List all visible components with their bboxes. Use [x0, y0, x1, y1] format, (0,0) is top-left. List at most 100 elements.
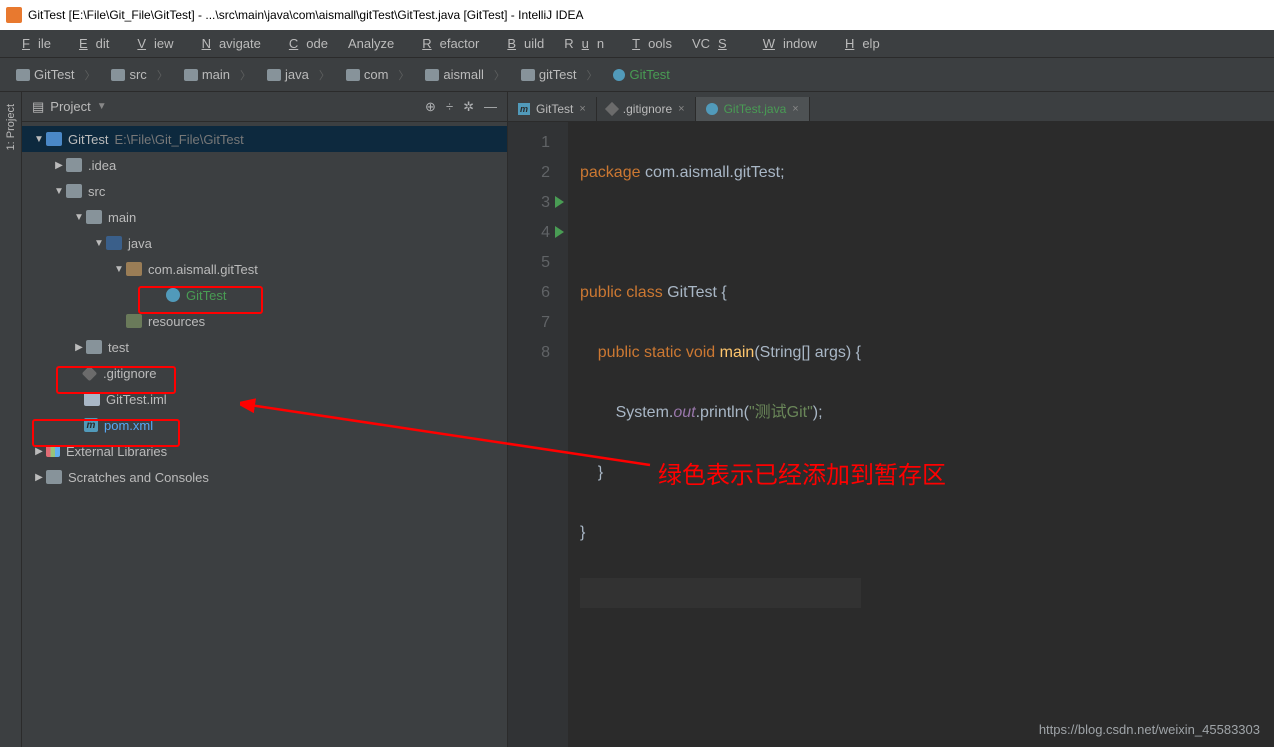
maven-icon: m — [518, 103, 530, 115]
tree-item[interactable]: GitTest.iml — [22, 386, 507, 412]
iml-icon — [84, 392, 100, 406]
project-view-icon: ▤ — [32, 99, 44, 115]
expand-icon[interactable]: ▶ — [72, 342, 86, 353]
close-icon[interactable]: × — [678, 103, 684, 115]
gitignore-icon — [82, 365, 98, 381]
tree-item[interactable]: ▼ main — [22, 204, 507, 230]
annotation-text: 绿色表示已经添加到暂存区 — [658, 455, 946, 490]
menu-vcs[interactable]: VCS — [684, 33, 743, 54]
menu-edit[interactable]: Edit — [63, 33, 117, 54]
menu-tools[interactable]: Tools — [616, 33, 680, 54]
project-title[interactable]: Project — [50, 99, 90, 114]
tree-item[interactable]: ▼ src — [22, 178, 507, 204]
breadcrumb[interactable]: java — [259, 65, 338, 85]
tree-item[interactable]: ▶ Scratches and Consoles — [22, 464, 507, 490]
breadcrumb[interactable]: main — [176, 65, 259, 85]
folder-icon — [66, 184, 82, 198]
hide-icon[interactable]: — — [484, 99, 497, 115]
module-icon — [46, 132, 62, 146]
code-editor[interactable]: 1 2 3 4 5 6 7 8 package com.aismall.gitT… — [508, 122, 1274, 747]
watermark: https://blog.csdn.net/weixin_45583303 — [1039, 722, 1260, 737]
folder-icon — [86, 210, 102, 224]
project-tree: ▼ GitTest E:\File\Git_File\GitTest ▶ .id… — [22, 122, 507, 747]
tree-item[interactable]: ▶ test — [22, 334, 507, 360]
window-title: GitTest [E:\File\Git_File\GitTest] - ...… — [28, 8, 583, 22]
folder-icon — [521, 69, 535, 81]
menu-file[interactable]: File — [6, 33, 59, 54]
tree-item[interactable]: ▼ java — [22, 230, 507, 256]
tree-item[interactable]: ▶ External Libraries — [22, 438, 507, 464]
app-icon — [6, 7, 22, 23]
folder-icon — [184, 69, 198, 81]
expand-icon[interactable]: ▶ — [32, 446, 46, 457]
folder-icon — [425, 69, 439, 81]
tree-item-gitignore[interactable]: .gitignore — [22, 360, 507, 386]
breadcrumb[interactable]: src — [103, 65, 175, 85]
menu-window[interactable]: Window — [747, 33, 825, 54]
folder-icon — [86, 340, 102, 354]
project-tool-button[interactable]: 1: Project — [5, 100, 17, 154]
close-icon[interactable]: × — [792, 103, 798, 115]
navigation-bar: GitTest src main java com aismall gitTes… — [0, 58, 1274, 92]
expand-icon[interactable]: ▼ — [72, 212, 86, 223]
menu-build[interactable]: Build — [491, 33, 552, 54]
expand-icon[interactable]: ▶ — [32, 472, 46, 483]
source-folder-icon — [106, 236, 122, 250]
main-menu: File Edit View Navigate Code Analyze Ref… — [0, 30, 1274, 58]
window-titlebar: GitTest [E:\File\Git_File\GitTest] - ...… — [0, 0, 1274, 30]
breadcrumb[interactable]: GitTest — [8, 65, 103, 85]
tree-item-gittest-class[interactable]: GitTest — [22, 282, 507, 308]
menu-refactor[interactable]: Refactor — [406, 33, 487, 54]
folder-icon — [66, 158, 82, 172]
project-header: ▤ Project ▼ ⊕ ÷ ✲ — — [22, 92, 507, 122]
editor-tabs: m GitTest × .gitignore × GitTest.java × — [508, 92, 1274, 122]
breadcrumb[interactable]: com — [338, 65, 418, 85]
tool-window-strip: 1: Project — [0, 92, 22, 747]
libraries-icon — [46, 445, 60, 457]
package-icon — [126, 262, 142, 276]
expand-icon[interactable]: ▼ — [112, 264, 126, 275]
tree-item[interactable]: resources — [22, 308, 507, 334]
class-icon — [706, 103, 718, 115]
menu-run[interactable]: Run — [556, 33, 612, 54]
tree-root[interactable]: ▼ GitTest E:\File\Git_File\GitTest — [22, 126, 507, 152]
menu-view[interactable]: View — [121, 33, 181, 54]
menu-navigate[interactable]: Navigate — [186, 33, 269, 54]
run-icon[interactable] — [555, 226, 564, 238]
run-icon[interactable] — [555, 196, 564, 208]
dropdown-icon[interactable]: ▼ — [97, 101, 107, 112]
tab-gittest-java[interactable]: GitTest.java × — [696, 97, 810, 121]
folder-icon — [16, 69, 30, 81]
expand-icon[interactable]: ▼ — [32, 134, 46, 145]
tab-gitignore[interactable]: .gitignore × — [597, 97, 696, 121]
expand-icon[interactable]: ▶ — [52, 160, 66, 171]
scratches-icon — [46, 470, 62, 484]
locate-icon[interactable]: ⊕ — [425, 99, 436, 115]
tree-item-pom[interactable]: m pom.xml — [22, 412, 507, 438]
gitignore-icon — [605, 102, 619, 116]
menu-help[interactable]: Help — [829, 33, 888, 54]
expand-icon[interactable]: ▼ — [92, 238, 106, 249]
menu-code[interactable]: Code — [273, 33, 336, 54]
folder-icon — [267, 69, 281, 81]
maven-icon: m — [84, 418, 98, 432]
tree-item[interactable]: ▼ com.aismall.gitTest — [22, 256, 507, 282]
code-content[interactable]: package com.aismall.gitTest; public clas… — [568, 122, 873, 747]
expand-icon[interactable]: ▼ — [52, 186, 66, 197]
editor-gutter: 1 2 3 4 5 6 7 8 — [508, 122, 568, 747]
menu-analyze[interactable]: Analyze — [340, 33, 402, 54]
resources-folder-icon — [126, 314, 142, 328]
collapse-all-icon[interactable]: ÷ — [446, 99, 453, 115]
close-icon[interactable]: × — [579, 103, 585, 115]
class-icon — [166, 288, 180, 302]
breadcrumb[interactable]: aismall — [417, 65, 512, 85]
class-icon — [613, 69, 625, 81]
tab-gittest-maven[interactable]: m GitTest × — [508, 97, 597, 121]
tree-item[interactable]: ▶ .idea — [22, 152, 507, 178]
editor-area: m GitTest × .gitignore × GitTest.java × … — [508, 92, 1274, 747]
project-tool-window: ▤ Project ▼ ⊕ ÷ ✲ — ▼ GitTest E:\File\Gi… — [22, 92, 508, 747]
breadcrumb[interactable]: GitTest — [605, 65, 687, 84]
breadcrumb[interactable]: gitTest — [513, 65, 606, 85]
folder-icon — [111, 69, 125, 81]
settings-icon[interactable]: ✲ — [463, 99, 474, 115]
